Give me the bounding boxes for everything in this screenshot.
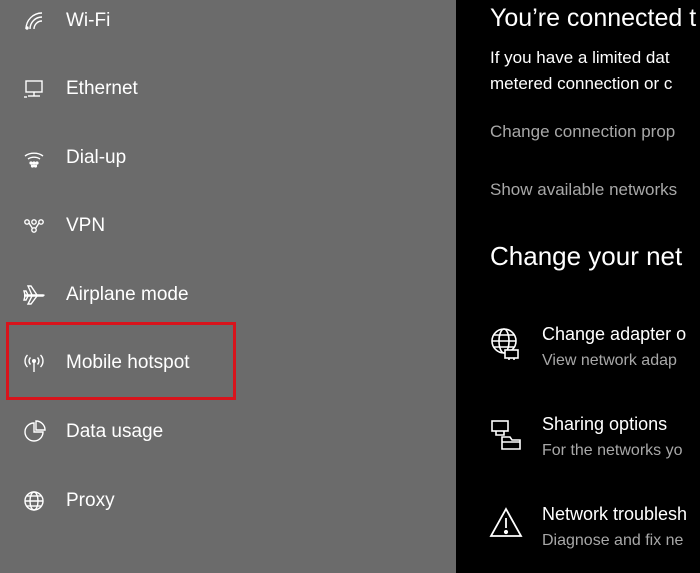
section-title: Change your net [490, 241, 683, 271]
sidebar-item-label: VPN [66, 215, 106, 236]
airplane-icon [23, 285, 45, 305]
vpn-icon [24, 219, 44, 233]
data-usage-icon [24, 420, 46, 442]
sidebar-item-ethernet[interactable]: Ethernet [0, 65, 456, 113]
sidebar-item-vpn[interactable]: VPN [0, 202, 456, 250]
show-available-networks-link[interactable]: Show available networks [490, 180, 677, 200]
sidebar-item-label: Dial-up [66, 147, 127, 168]
sidebar-item-label: Wi-Fi [66, 10, 111, 31]
option-desc: For the networks yo [542, 442, 683, 459]
option-title[interactable]: Sharing options [542, 414, 667, 435]
sidebar-item-label: Proxy [66, 490, 115, 511]
connection-status-title: You’re connected t [490, 4, 697, 32]
dial-up-icon [24, 152, 44, 168]
adapter-globe-icon [491, 328, 519, 360]
settings-sidebar: Wi-Fi Ethernet Dial-up VPN Airplane mode [0, 0, 456, 573]
option-title[interactable]: Network troublesh [542, 504, 687, 525]
sidebar-item-label: Airplane mode [66, 284, 189, 305]
sidebar-item-wifi[interactable]: Wi-Fi [0, 0, 456, 45]
sidebar-item-data-usage[interactable]: Data usage [0, 408, 456, 456]
wifi-icon [25, 12, 43, 30]
connection-desc-line-1: If you have a limited dat [490, 48, 670, 67]
sidebar-item-airplane-mode[interactable]: Airplane mode [0, 271, 456, 319]
sidebar-item-proxy[interactable]: Proxy [0, 477, 456, 525]
highlight-box [6, 322, 236, 400]
warning-icon [489, 507, 523, 537]
ethernet-icon [24, 80, 43, 98]
change-connection-properties-link[interactable]: Change connection prop [490, 122, 675, 142]
globe-icon [24, 491, 44, 511]
main-content: You’re connected t If you have a limited… [456, 0, 700, 573]
sidebar-item-label: Ethernet [66, 78, 138, 99]
sidebar-item-label: Data usage [66, 421, 164, 442]
connection-desc-line-2: metered connection or c [490, 74, 673, 93]
option-desc: Diagnose and fix ne [542, 532, 684, 549]
option-title[interactable]: Change adapter o [542, 324, 686, 345]
option-desc: View network adap [542, 352, 677, 369]
sharing-icon [491, 420, 521, 450]
sidebar-item-dial-up[interactable]: Dial-up [0, 134, 456, 182]
